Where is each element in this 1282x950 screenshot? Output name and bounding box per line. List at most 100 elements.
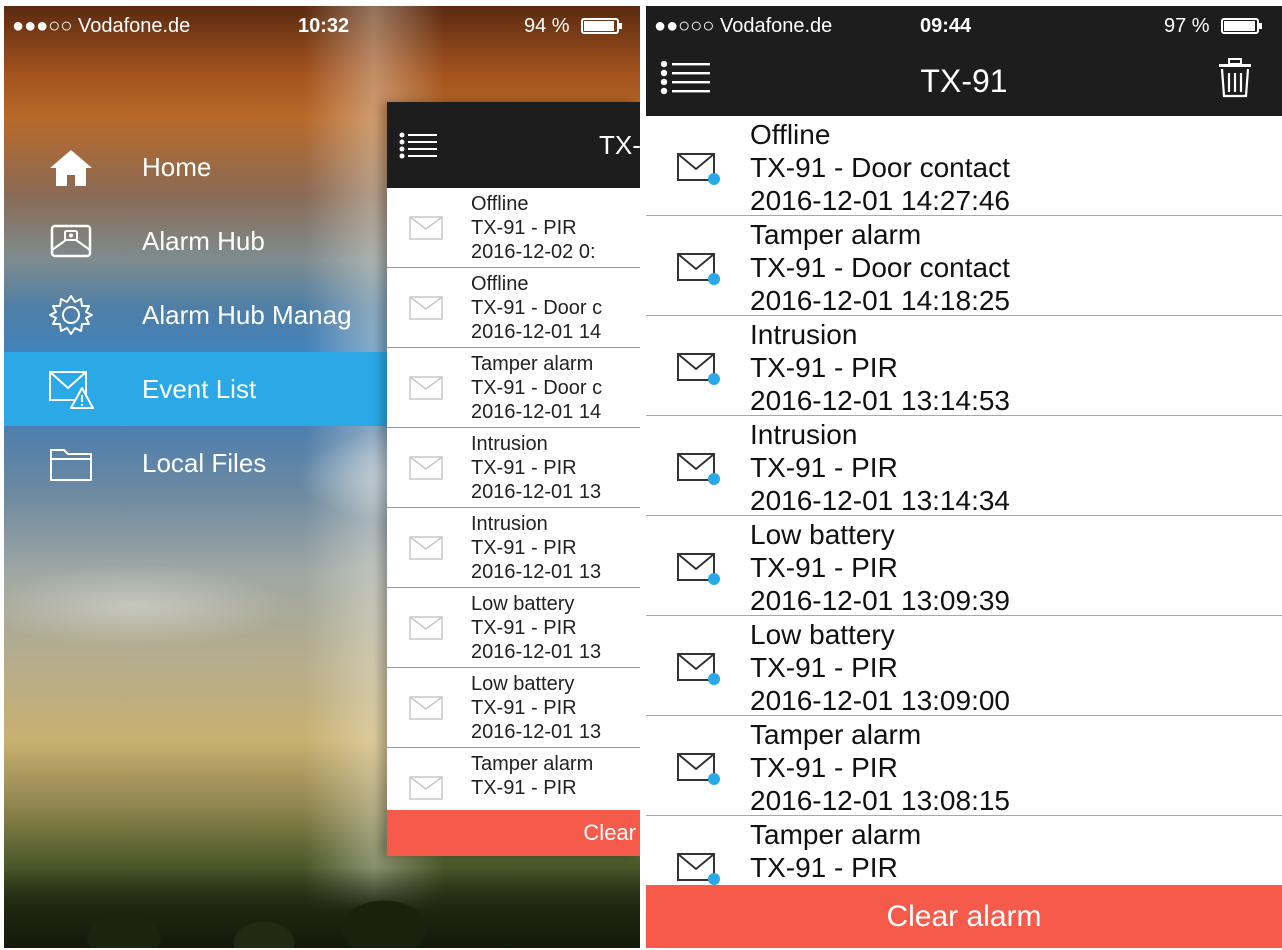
list-item[interactable]: Tamper alarm TX-91 - Door c 2016-12-01 1… bbox=[387, 348, 640, 428]
event-source: TX-91 - Door c bbox=[471, 377, 603, 399]
folder-icon bbox=[50, 449, 92, 481]
event-source: TX-91 - PIR bbox=[471, 457, 577, 479]
carrier-label: ●●●○○ Vodafone.de bbox=[12, 15, 191, 37]
envelope-icon bbox=[409, 536, 443, 560]
unread-envelope-icon bbox=[677, 153, 720, 185]
event-time: 2016-12-01 13:14:34 bbox=[750, 485, 1010, 516]
home-icon bbox=[50, 150, 92, 186]
event-time: 2016-12-01 13 bbox=[471, 721, 602, 743]
clock-label: 10:32 bbox=[298, 15, 350, 37]
event-source: TX-91 - PIR bbox=[471, 217, 577, 239]
list-item[interactable]: Offline TX-91 - PIR 2016-12-02 0: bbox=[387, 188, 640, 268]
event-title: Intrusion bbox=[750, 319, 858, 350]
event-list: Offline TX-91 - Door contact 2016-12-01 … bbox=[646, 116, 1282, 916]
panel-title: TX- bbox=[599, 130, 640, 160]
event-title: Tamper alarm bbox=[471, 353, 594, 375]
status-bar: ●●○○○ Vodafone.de 09:44 97 % bbox=[646, 6, 1282, 46]
event-title: Offline bbox=[471, 193, 529, 215]
page-title: TX-91 bbox=[920, 63, 1008, 99]
event-title: Low battery bbox=[750, 619, 895, 650]
event-source: TX-91 - PIR bbox=[471, 697, 577, 719]
event-title: Offline bbox=[750, 119, 831, 150]
event-text: Offline TX-91 - Door contact 2016-12-01 … bbox=[750, 118, 1010, 216]
envelope-icon bbox=[409, 296, 443, 320]
list-item[interactable]: Low battery TX-91 - PIR 2016-12-01 13 bbox=[387, 668, 640, 748]
event-source: TX-91 - PIR bbox=[750, 352, 898, 383]
event-list: Offline TX-91 - PIR 2016-12-02 0: Offlin… bbox=[387, 188, 640, 828]
menu-icon[interactable] bbox=[399, 132, 439, 160]
list-item[interactable]: Intrusion TX-91 - PIR 2016-12-01 13:14:3… bbox=[646, 416, 1282, 516]
event-text: Low battery TX-91 - PIR 2016-12-01 13 bbox=[471, 592, 601, 664]
list-item[interactable]: Intrusion TX-91 - PIR 2016-12-01 13 bbox=[387, 508, 640, 588]
event-title: Low battery bbox=[471, 593, 575, 615]
event-time: 2016-12-01 13 bbox=[471, 481, 602, 503]
clear-alarm-button[interactable]: Clear alarm bbox=[646, 885, 1282, 948]
event-text: Low battery TX-91 - PIR 2016-12-01 13 bbox=[471, 672, 601, 744]
event-title: Low battery bbox=[471, 673, 575, 695]
menu-item-label: Alarm Hub bbox=[142, 226, 265, 256]
envelope-icon bbox=[409, 376, 443, 400]
alarm-hub-icon bbox=[50, 224, 92, 258]
event-text: Intrusion TX-91 - PIR 2016-12-01 13:14:3… bbox=[750, 418, 1010, 516]
list-item[interactable]: Intrusion TX-91 - PIR 2016-12-01 13:14:5… bbox=[646, 316, 1282, 416]
list-item[interactable]: Low battery TX-91 - PIR 2016-12-01 13:09… bbox=[646, 516, 1282, 616]
event-text: Tamper alarm TX-91 - PIR bbox=[471, 752, 593, 800]
envelope-icon bbox=[409, 616, 443, 640]
list-item[interactable]: Offline TX-91 - Door c 2016-12-01 14 bbox=[387, 268, 640, 348]
event-title: Tamper alarm bbox=[750, 719, 922, 750]
unread-envelope-icon bbox=[677, 453, 720, 485]
unread-envelope-icon bbox=[677, 353, 720, 385]
event-list-icon bbox=[49, 371, 94, 409]
list-item[interactable]: Tamper alarm TX-91 - PIR 2016-12-01 13:0… bbox=[646, 716, 1282, 816]
event-title: Low battery bbox=[750, 519, 895, 550]
app-header: ●●○○○ Vodafone.de 09:44 97 % TX-91 bbox=[646, 6, 1282, 116]
clear-alarm-button[interactable]: Clear bbox=[387, 810, 640, 856]
event-time: 2016-12-01 13 bbox=[471, 641, 602, 663]
event-source: TX-91 - PIR bbox=[471, 537, 577, 559]
event-text: Offline TX-91 - Door c 2016-12-01 14 bbox=[471, 272, 602, 344]
event-text: Offline TX-91 - PIR 2016-12-02 0: bbox=[471, 192, 596, 264]
event-title: Intrusion bbox=[750, 419, 858, 450]
list-item[interactable]: Tamper alarm TX-91 - Door contact 2016-1… bbox=[646, 216, 1282, 316]
envelope-icon bbox=[409, 776, 443, 800]
battery-indicator: 94 % bbox=[524, 6, 623, 46]
envelope-icon bbox=[409, 216, 443, 240]
event-source: TX-91 - PIR bbox=[471, 617, 577, 639]
event-list-panel-preview[interactable]: TX- Offline TX-91 - PIR 2016-12-02 0: Of… bbox=[387, 102, 640, 856]
event-time: 2016-12-01 13:09:00 bbox=[750, 685, 1010, 716]
trash-icon[interactable] bbox=[1218, 58, 1252, 98]
unread-envelope-icon bbox=[677, 253, 720, 285]
event-source: TX-91 - PIR bbox=[471, 777, 577, 799]
menu-item-label: Alarm Hub Manag bbox=[142, 300, 352, 330]
event-time: 2016-12-01 13:08:15 bbox=[750, 785, 1010, 816]
list-item[interactable]: Intrusion TX-91 - PIR 2016-12-01 13 bbox=[387, 428, 640, 508]
event-source: TX-91 - PIR bbox=[750, 652, 898, 683]
clock-label: 09:44 bbox=[920, 15, 972, 37]
battery-percent: 97 % bbox=[1164, 15, 1210, 37]
carrier-label: ●●○○○ Vodafone.de bbox=[654, 15, 833, 37]
event-text: Intrusion TX-91 - PIR 2016-12-01 13 bbox=[471, 432, 601, 504]
event-time: 2016-12-02 0: bbox=[471, 241, 596, 263]
envelope-icon bbox=[409, 696, 443, 720]
menu-item-label: Local Files bbox=[142, 448, 267, 478]
menu-item-label: Home bbox=[142, 152, 212, 182]
background-trees bbox=[4, 868, 640, 948]
list-item[interactable]: Low battery TX-91 - PIR 2016-12-01 13:09… bbox=[646, 616, 1282, 716]
event-text: Intrusion TX-91 - PIR 2016-12-01 13:14:5… bbox=[750, 318, 1010, 415]
event-time: 2016-12-01 13 bbox=[471, 561, 602, 583]
event-source: TX-91 - PIR bbox=[750, 852, 898, 883]
list-item[interactable]: Low battery TX-91 - PIR 2016-12-01 13 bbox=[387, 588, 640, 668]
event-title: Offline bbox=[471, 273, 529, 295]
event-text: Tamper alarm TX-91 - PIR 2016-12-01 13:0… bbox=[750, 718, 1010, 816]
event-source: TX-91 - PIR bbox=[750, 452, 898, 483]
event-time: 2016-12-01 14:27:46 bbox=[750, 185, 1010, 216]
event-source: TX-91 - Door c bbox=[471, 297, 603, 319]
event-title: Tamper alarm bbox=[750, 819, 922, 850]
envelope-icon bbox=[409, 456, 443, 480]
panel-header: TX- bbox=[387, 102, 640, 188]
unread-envelope-icon bbox=[677, 853, 720, 885]
event-text: Low battery TX-91 - PIR 2016-12-01 13:09… bbox=[750, 618, 1010, 716]
right-screen: ●●○○○ Vodafone.de 09:44 97 % TX-91 Offli… bbox=[646, 6, 1282, 948]
list-item[interactable]: Offline TX-91 - Door contact 2016-12-01 … bbox=[646, 116, 1282, 216]
gear-icon bbox=[49, 295, 93, 335]
